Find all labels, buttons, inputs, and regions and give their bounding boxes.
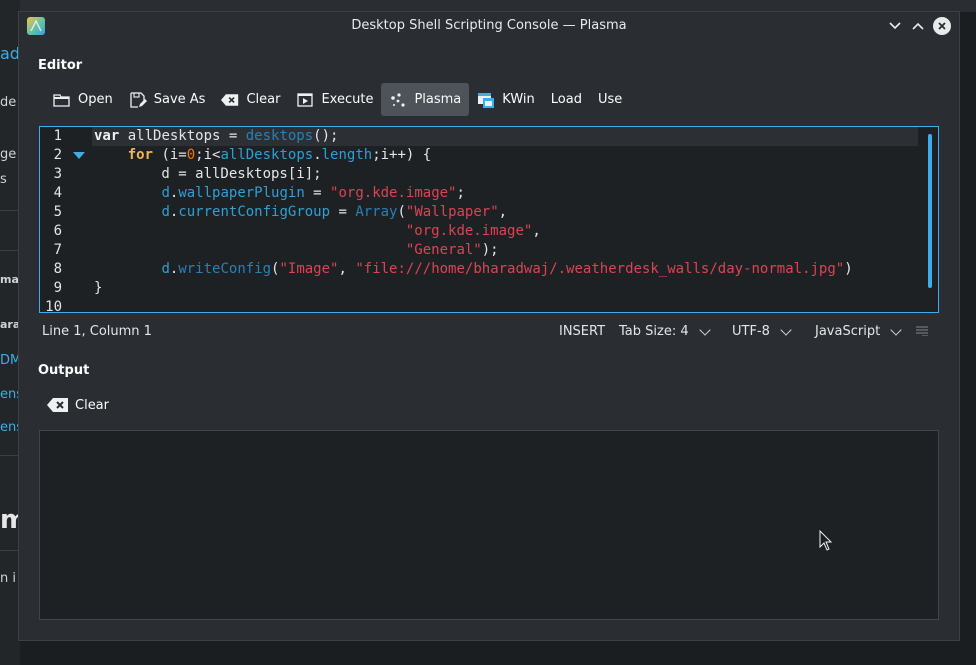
code-line: "org.kde.image", — [405, 223, 541, 239]
chevron-down-icon — [890, 323, 902, 336]
chevron-down-icon — [698, 323, 711, 336]
editor-scrollbar[interactable] — [928, 134, 932, 288]
plasma-button[interactable]: Plasma — [381, 83, 470, 116]
code-line: d = allDesktops[i]; — [94, 166, 322, 182]
load-button[interactable]: Load — [543, 83, 590, 116]
output-clear-label: Clear — [75, 397, 109, 413]
execute-label: Execute — [321, 92, 374, 107]
code-line: } — [94, 280, 103, 296]
kwin-icon — [477, 91, 495, 109]
background-text: de — [0, 95, 17, 110]
close-icon — [938, 22, 946, 30]
code-editor[interactable]: 1 var allDesktops = desktops(); 2 for (i=… — [39, 126, 939, 313]
code-line: for (i=0;i<allDesktops.length;i++) { — [127, 147, 432, 163]
line-number: 7 — [53, 242, 62, 258]
chevron-up-icon — [912, 22, 924, 30]
background-divider — [0, 250, 20, 251]
output-area[interactable] — [39, 430, 939, 620]
kwin-button[interactable]: KWin — [469, 83, 542, 116]
output-clear-button[interactable]: Clear — [47, 392, 109, 418]
editor-section-title: Editor — [38, 58, 83, 73]
output-section-title: Output — [38, 363, 90, 378]
load-label: Load — [550, 92, 582, 107]
code-line: d.wallpaperPlugin = "org.kde.image"; — [161, 185, 465, 201]
line-number: 4 — [53, 185, 62, 201]
line-number: 1 — [53, 128, 62, 144]
chevron-down-icon — [780, 323, 792, 336]
background-text: ad — [0, 44, 20, 63]
line-number: 2 — [53, 147, 62, 163]
background-link: ens — [0, 387, 20, 402]
encoding-dropdown[interactable]: UTF-8 — [732, 323, 792, 339]
code-line: var allDesktops = desktops(); — [94, 128, 339, 144]
mouse-cursor-icon — [819, 529, 833, 556]
plasma-label: Plasma — [414, 92, 462, 107]
background-text: mas — [0, 273, 20, 286]
fold-arrow-icon[interactable] — [73, 152, 85, 159]
plasma-icon — [389, 91, 407, 109]
background-text: arac — [0, 318, 20, 331]
line-number: 3 — [53, 166, 62, 182]
clear-icon — [221, 91, 239, 109]
background-link: ens — [0, 420, 20, 435]
tab-size-label: Tab Size: 4 — [619, 324, 689, 339]
clear-button[interactable]: Clear — [213, 83, 288, 116]
maximize-button[interactable] — [908, 16, 928, 36]
language-dropdown[interactable]: JavaScript — [815, 323, 902, 339]
encoding-label: UTF-8 — [732, 324, 770, 339]
open-label: Open — [78, 92, 113, 107]
use-label: Use — [597, 92, 623, 107]
background-divider — [0, 455, 20, 456]
execute-icon — [296, 91, 314, 109]
save-as-label: Save As — [153, 92, 206, 107]
clear-label: Clear — [246, 92, 281, 107]
clear-icon — [47, 397, 69, 413]
line-number: 9 — [53, 280, 62, 296]
execute-button[interactable]: Execute — [288, 83, 381, 116]
code-line: d.currentConfigGroup = Array("Wallpaper"… — [161, 204, 508, 220]
editor-statusbar: Line 1, Column 1 INSERT Tab Size: 4 UTF-… — [39, 322, 939, 342]
save-as-icon — [129, 91, 147, 109]
background-text: n i — [0, 571, 16, 586]
open-button[interactable]: Open — [45, 83, 121, 116]
background-heading: m — [0, 505, 20, 535]
background-link: DM — [0, 353, 20, 368]
minimize-button[interactable] — [885, 16, 905, 36]
code-line: d.writeConfig("Image", "file:///home/bha… — [161, 261, 853, 277]
input-mode-indicator[interactable]: INSERT — [559, 324, 605, 339]
line-number: 10 — [45, 299, 62, 313]
line-number: 5 — [53, 204, 62, 220]
titlebar: Desktop Shell Scripting Console — Plasma — [19, 12, 959, 40]
background-text: s — [0, 172, 7, 187]
editor-toolbar: Open Save As Clear Execute Plasma KWin L… — [45, 83, 630, 116]
background-divider — [0, 550, 20, 551]
chevron-down-icon — [889, 22, 901, 30]
background-text: ge h — [0, 147, 20, 162]
cursor-position: Line 1, Column 1 — [42, 324, 152, 339]
line-number: 8 — [53, 261, 62, 277]
menu-lines-icon[interactable] — [916, 326, 928, 336]
tab-size-dropdown[interactable]: Tab Size: 4 — [619, 323, 711, 339]
language-label: JavaScript — [815, 324, 881, 339]
folder-open-icon — [53, 91, 71, 109]
save-as-button[interactable]: Save As — [121, 83, 214, 116]
line-number: 6 — [53, 223, 62, 239]
close-button[interactable] — [933, 17, 951, 35]
window-title: Desktop Shell Scripting Console — Plasma — [351, 18, 627, 33]
use-button[interactable]: Use — [590, 83, 630, 116]
kwin-label: KWin — [502, 92, 535, 107]
background-divider — [0, 210, 20, 211]
code-line: "General"); — [405, 242, 499, 258]
